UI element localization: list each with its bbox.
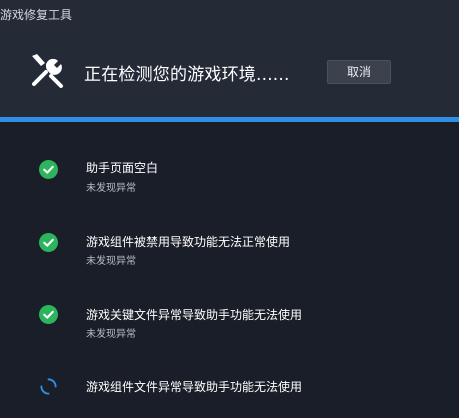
item-result: 未发现异常 xyxy=(86,183,136,194)
item-result: 未发现异常 xyxy=(86,329,136,340)
status-text: 正在检测您的游戏环境...... xyxy=(84,65,290,85)
check-circle-icon xyxy=(39,233,58,252)
check-item: 助手页面空白 未发现异常 xyxy=(0,155,459,205)
item-title: 助手页面空白 xyxy=(86,161,159,175)
check-circle-icon xyxy=(39,305,58,324)
check-item: 游戏组件被禁用导致功能无法正常使用 未发现异常 xyxy=(0,230,459,280)
check-item: 游戏组件文件异常导致助手功能无法使用 xyxy=(0,373,459,418)
cancel-button[interactable]: 取消 xyxy=(327,60,391,84)
progress-bar xyxy=(0,117,459,122)
progress-fill xyxy=(0,117,459,122)
item-title: 游戏关键文件异常导致助手功能无法使用 xyxy=(86,308,303,322)
wrench-icon xyxy=(32,54,63,88)
check-item: 游戏关键文件异常导致助手功能无法使用 未发现异常 xyxy=(0,302,459,352)
item-title: 游戏组件文件异常导致助手功能无法使用 xyxy=(86,380,303,394)
item-result: 未发现异常 xyxy=(86,256,136,267)
header-panel: 游戏修复工具 正在检测您的游戏环境...... 取消 xyxy=(0,0,459,119)
loading-spinner-icon xyxy=(40,378,57,395)
check-circle-icon xyxy=(39,160,58,179)
item-title: 游戏组件被禁用导致功能无法正常使用 xyxy=(86,235,291,249)
window-title: 游戏修复工具 xyxy=(0,8,73,22)
